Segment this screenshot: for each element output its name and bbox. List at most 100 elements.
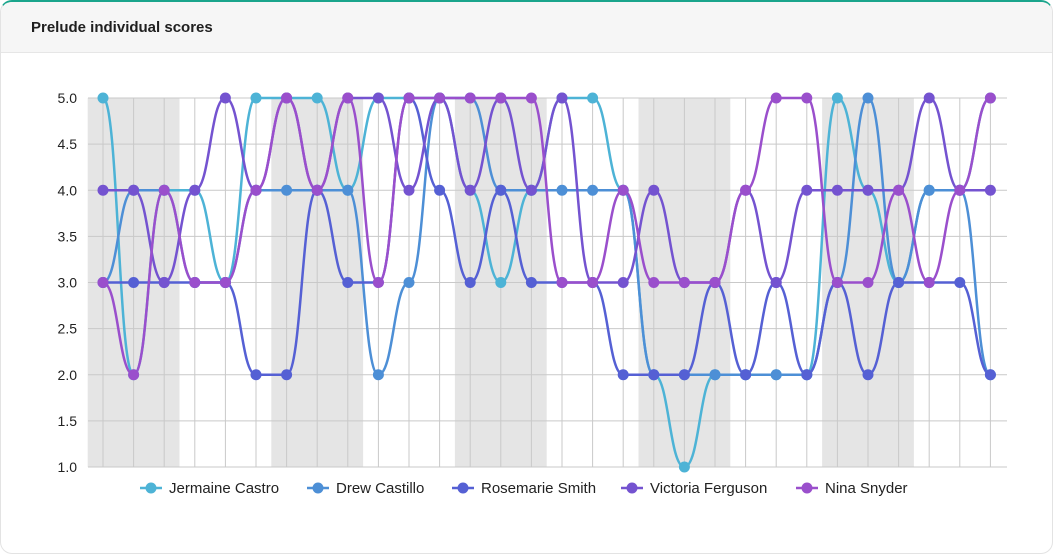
y-tick-label: 1.5 [58, 413, 78, 429]
data-point [556, 92, 568, 104]
legend-marker [312, 482, 324, 494]
data-point [219, 92, 231, 104]
legend: Jermaine Castro Drew Castillo Rosemarie Sm… [140, 480, 908, 497]
data-point [770, 92, 782, 104]
data-point [587, 277, 599, 288]
data-point [311, 184, 323, 196]
data-point [831, 184, 843, 196]
data-point [281, 92, 293, 104]
legend-marker [626, 482, 638, 494]
y-tick-label: 5.0 [58, 90, 78, 106]
data-point [587, 92, 599, 104]
data-point [740, 369, 752, 381]
data-point [587, 184, 599, 196]
data-point [495, 92, 507, 104]
data-point [984, 369, 996, 381]
data-point [434, 184, 446, 196]
data-point [984, 92, 996, 104]
data-point [464, 184, 476, 196]
y-axis-ticks: 5.0 4.5 4.0 3.5 3.0 2.5 2.0 1.5 1.0 [58, 90, 78, 475]
data-point [403, 184, 415, 196]
legend-marker [457, 482, 469, 494]
data-point [342, 277, 354, 288]
data-point [862, 92, 874, 104]
y-tick-label: 3.5 [58, 228, 78, 244]
data-point [250, 184, 262, 196]
data-point [372, 369, 384, 381]
data-point [495, 184, 507, 196]
legend-marker [145, 482, 157, 494]
y-tick-label: 3.0 [58, 275, 78, 291]
data-point [709, 277, 721, 288]
data-point [984, 184, 996, 196]
data-point [158, 184, 170, 196]
data-point [372, 277, 384, 288]
data-point [281, 369, 293, 381]
data-point [801, 92, 813, 104]
data-point [219, 277, 231, 288]
data-point [801, 369, 813, 381]
data-point [434, 92, 446, 104]
data-point [556, 277, 568, 288]
legend-item: Drew Castillo [307, 480, 424, 497]
data-point [740, 184, 752, 196]
data-point [893, 277, 905, 288]
y-tick-label: 2.5 [58, 321, 78, 337]
legend-label: Nina Snyder [825, 480, 908, 497]
legend-item: Jermaine Castro [140, 480, 279, 497]
legend-label: Rosemarie Smith [481, 480, 596, 497]
legend-label: Drew Castillo [336, 480, 424, 497]
data-point [923, 92, 935, 104]
data-point [678, 369, 690, 381]
y-tick-label: 1.0 [58, 459, 78, 475]
data-point [617, 184, 629, 196]
legend-item: Victoria Ferguson [621, 480, 767, 497]
data-point [862, 184, 874, 196]
data-point [954, 184, 966, 196]
data-point [250, 92, 262, 104]
legend-label: Victoria Ferguson [650, 480, 767, 497]
legend-label: Jermaine Castro [169, 480, 279, 497]
data-point [97, 184, 109, 196]
data-point [525, 92, 537, 104]
data-point [525, 277, 537, 288]
data-point [403, 277, 415, 288]
data-point [617, 277, 629, 288]
data-point [403, 92, 415, 104]
data-point [954, 277, 966, 288]
data-point [770, 369, 782, 381]
data-point [464, 277, 476, 288]
data-point [893, 184, 905, 196]
data-point [709, 369, 721, 381]
data-point [648, 369, 660, 381]
data-point [250, 369, 262, 381]
data-point [97, 92, 109, 104]
data-point [923, 277, 935, 288]
y-tick-label: 4.0 [58, 182, 78, 198]
legend-item: Rosemarie Smith [452, 480, 596, 497]
data-point [128, 277, 140, 288]
data-point [311, 92, 323, 104]
data-point [128, 369, 140, 381]
data-point [342, 92, 354, 104]
data-point [342, 184, 354, 196]
data-point [281, 184, 293, 196]
data-point [862, 277, 874, 288]
data-point [525, 184, 537, 196]
line-chart: 5.0 4.5 4.0 3.5 3.0 2.5 2.0 1.5 1.0 Jermaine Cas… [58, 90, 1007, 497]
data-point [648, 184, 660, 196]
data-point [495, 277, 507, 288]
data-point [464, 92, 476, 104]
y-tick-label: 2.0 [58, 367, 78, 383]
data-point [678, 461, 690, 473]
y-tick-label: 4.5 [58, 136, 78, 152]
data-point [617, 369, 629, 381]
data-point [923, 184, 935, 196]
data-point [128, 184, 140, 196]
data-point [189, 184, 201, 196]
data-point [801, 184, 813, 196]
data-point [770, 277, 782, 288]
data-point [158, 277, 170, 288]
data-point [648, 277, 660, 288]
data-point [831, 277, 843, 288]
